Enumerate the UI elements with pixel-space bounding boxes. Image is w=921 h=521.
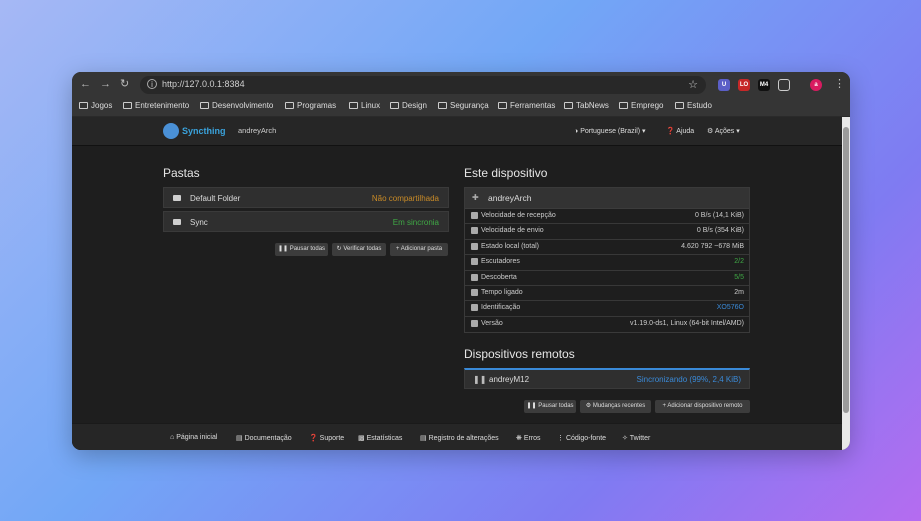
folder-icon xyxy=(79,102,88,109)
reload-icon[interactable]: ↻ xyxy=(120,78,129,90)
bookmark-folder[interactable]: Design xyxy=(390,101,427,110)
pause-all-devices-button[interactable]: ❚❚ Pausar todas xyxy=(524,400,576,413)
browser-window: ← → ↻ i http://127.0.0.1:8384 ☆ U LO M4 … xyxy=(72,72,850,450)
folder-icon xyxy=(390,102,399,109)
site-info-icon[interactable]: i xyxy=(147,79,157,89)
bookmark-folder[interactable]: Programas xyxy=(285,101,336,110)
folder-icon xyxy=(173,195,181,201)
bookmark-folder[interactable]: TabNews xyxy=(564,101,609,110)
folder-icon xyxy=(285,102,294,109)
bookmark-folder[interactable]: Linux xyxy=(349,101,380,110)
folder-name: Default Folder xyxy=(190,194,241,203)
footer-bar: ⌂ Página inicial ▤ Documentação ❓ Suport… xyxy=(72,423,842,450)
extension-icon[interactable]: M4 xyxy=(758,79,770,91)
remote-device-status: Sincronizando (99%, 2,4 KiB) xyxy=(636,375,742,384)
remote-device-row[interactable]: ❚❚ andreyM12 Sincronizando (99%, 2,4 KiB… xyxy=(464,368,750,389)
bookmark-folder[interactable]: Segurança xyxy=(438,101,489,110)
syncthing-page: Syncthing andreyArch ◑ Portuguese (Brazi… xyxy=(72,117,842,450)
remote-devices-heading: Dispositivos remotos xyxy=(464,347,575,361)
bookmark-folder[interactable]: Ferramentas xyxy=(498,101,555,110)
forward-icon[interactable]: → xyxy=(100,78,111,90)
folder-icon xyxy=(173,219,181,225)
folder-icon xyxy=(675,102,684,109)
bookmark-folder[interactable]: Estudo xyxy=(675,101,712,110)
bookmark-star-icon[interactable]: ☆ xyxy=(688,78,698,91)
bookmark-folder[interactable]: Desenvolvimento xyxy=(200,101,273,110)
profile-avatar[interactable]: a xyxy=(810,79,822,91)
extensions-puzzle-icon[interactable] xyxy=(778,79,790,91)
folder-status: Não compartilhada xyxy=(371,194,439,203)
rescan-all-button[interactable]: ↻ Verificar todas xyxy=(332,243,386,256)
add-remote-device-button[interactable]: + Adicionar dispositivo remoto xyxy=(655,400,750,413)
footer-link-home[interactable]: ⌂ Página inicial xyxy=(170,434,217,441)
folder-row[interactable]: Default Folder Não compartilhada xyxy=(163,187,449,208)
menu-kebab-icon[interactable]: ⋮ xyxy=(834,78,845,90)
bookmark-folder[interactable]: Entretenimento xyxy=(123,101,189,110)
recent-changes-button[interactable]: ⚙ Mudanças recentes xyxy=(580,400,651,413)
bookmarks-bar: Jogos Entretenimento Desenvolvimento Pro… xyxy=(72,97,850,117)
folder-icon xyxy=(123,102,132,109)
folders-heading: Pastas xyxy=(163,166,200,180)
bookmark-folder[interactable]: Emprego xyxy=(619,101,663,110)
help-menu[interactable]: ❓ Ajuda xyxy=(666,127,694,135)
extension-icon[interactable]: LO xyxy=(738,79,750,91)
url-text: http://127.0.0.1:8384 xyxy=(162,79,245,89)
footer-link-stats[interactable]: ▩ Estatísticas xyxy=(358,434,402,442)
language-menu[interactable]: ◑ Portuguese (Brazil) ▾ xyxy=(574,127,646,135)
syncthing-logo-icon[interactable] xyxy=(163,123,179,139)
scrollbar-thumb[interactable] xyxy=(843,127,849,413)
folder-icon xyxy=(200,102,209,109)
folder-icon xyxy=(498,102,507,109)
scrollbar[interactable] xyxy=(842,117,850,450)
this-device-heading: Este dispositivo xyxy=(464,166,548,180)
address-bar[interactable]: i http://127.0.0.1:8384 ☆ xyxy=(140,76,706,94)
device-name: andreyArch xyxy=(238,126,277,135)
remote-device-name: andreyM12 xyxy=(489,375,530,384)
footer-link-twitter[interactable]: ✧ Twitter xyxy=(622,434,650,442)
footer-link-docs[interactable]: ▤ Documentação xyxy=(236,434,292,442)
folder-name: Sync xyxy=(190,218,208,227)
extension-icon[interactable]: U xyxy=(718,79,730,91)
footer-link-source[interactable]: ⋮ Código-fonte xyxy=(557,434,606,442)
brand-name[interactable]: Syncthing xyxy=(182,126,226,136)
folder-icon xyxy=(438,102,447,109)
this-device-panel xyxy=(464,187,750,333)
folder-status: Em sincronia xyxy=(392,218,439,227)
add-folder-button[interactable]: + Adicionar pasta xyxy=(390,243,448,256)
pause-icon: ❚❚ xyxy=(473,375,487,384)
footer-link-support[interactable]: ❓ Suporte xyxy=(309,434,344,442)
browser-toolbar: ← → ↻ i http://127.0.0.1:8384 ☆ U LO M4 … xyxy=(72,72,850,97)
top-navbar: Syncthing andreyArch ◑ Portuguese (Brazi… xyxy=(72,117,842,146)
actions-menu[interactable]: ⚙ Ações ▾ xyxy=(707,127,740,135)
folder-icon xyxy=(564,102,573,109)
folder-row[interactable]: Sync Em sincronia xyxy=(163,211,449,232)
back-icon[interactable]: ← xyxy=(80,78,91,90)
pause-all-folders-button[interactable]: ❚❚ Pausar todas xyxy=(275,243,328,256)
footer-link-changelog[interactable]: ▤ Registro de alterações xyxy=(420,434,499,442)
folder-icon xyxy=(619,102,628,109)
footer-link-bugs[interactable]: ❋ Erros xyxy=(516,434,541,442)
bookmark-folder[interactable]: Jogos xyxy=(79,101,112,110)
folder-icon xyxy=(349,102,358,109)
